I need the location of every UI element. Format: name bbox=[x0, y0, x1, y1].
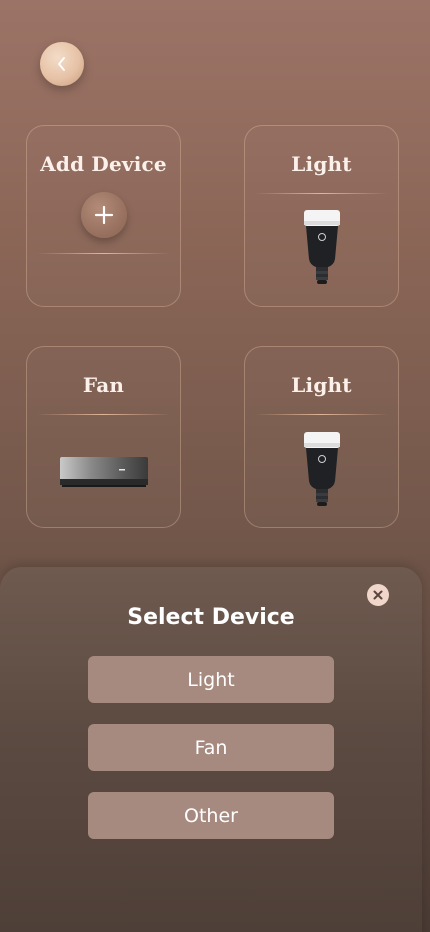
sheet-title: Select Device bbox=[127, 605, 295, 630]
option-fan-button[interactable]: Fan bbox=[88, 724, 334, 771]
card-title: Light bbox=[291, 152, 352, 176]
card-divider bbox=[255, 414, 388, 415]
option-light-button[interactable]: Light bbox=[88, 656, 334, 703]
close-button[interactable] bbox=[367, 584, 389, 606]
add-device-card[interactable]: Add Device bbox=[26, 125, 181, 307]
back-button[interactable] bbox=[40, 42, 84, 86]
close-icon bbox=[373, 590, 383, 600]
card-divider bbox=[37, 253, 170, 254]
add-device-button[interactable] bbox=[81, 192, 127, 238]
card-title: Add Device bbox=[40, 152, 167, 176]
card-divider bbox=[37, 414, 170, 415]
fan-device-card[interactable]: Fan bbox=[26, 346, 181, 528]
select-device-sheet: Select Device Light Fan Other bbox=[0, 567, 422, 932]
light-device-card[interactable]: Light bbox=[244, 346, 399, 528]
plus-icon bbox=[94, 205, 114, 225]
card-title: Fan bbox=[82, 373, 125, 397]
option-other-button[interactable]: Other bbox=[88, 792, 334, 839]
air-conditioner-icon bbox=[59, 457, 148, 487]
card-title: Light bbox=[291, 373, 352, 397]
chevron-left-icon bbox=[58, 57, 65, 71]
light-bulb-icon bbox=[303, 432, 340, 506]
card-divider bbox=[255, 193, 388, 194]
light-device-card[interactable]: Light bbox=[244, 125, 399, 307]
light-bulb-icon bbox=[303, 210, 340, 284]
